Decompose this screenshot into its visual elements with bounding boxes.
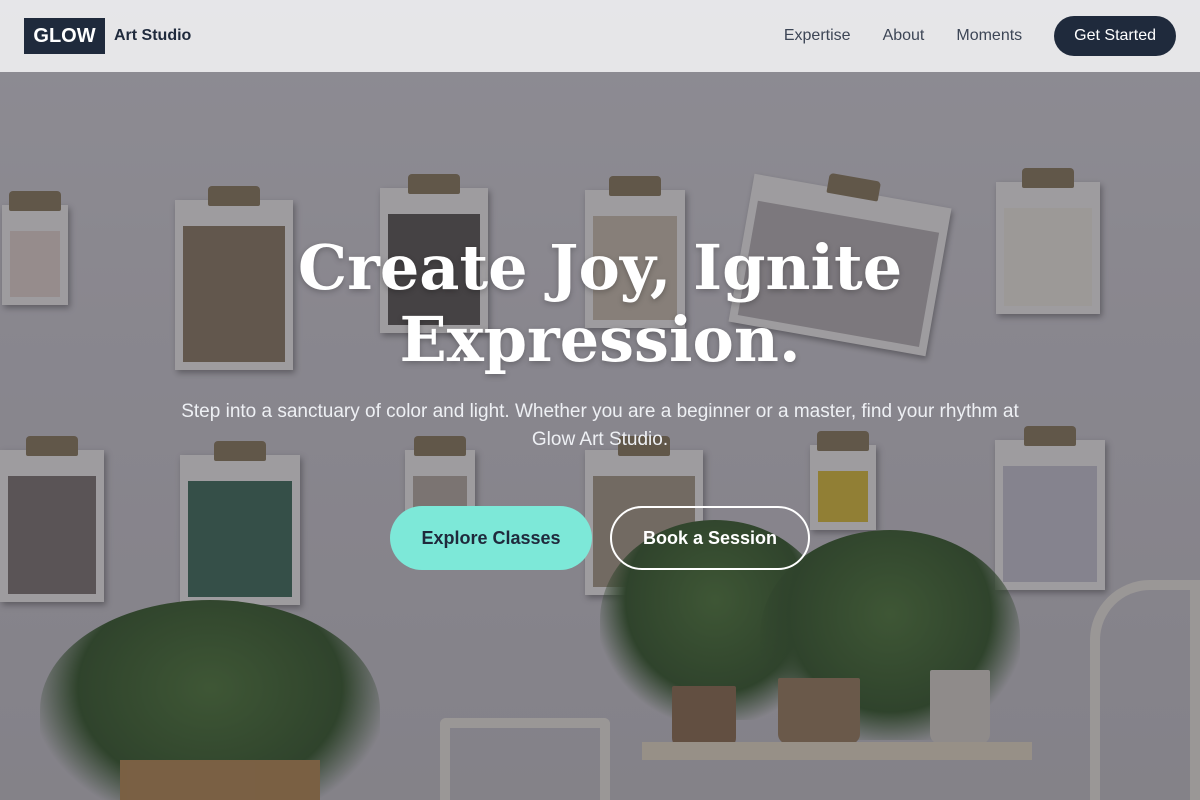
logo-text[interactable]: Art Studio [114, 27, 191, 45]
nav-link-about[interactable]: About [883, 27, 925, 45]
hero-section: Create Joy, Ignite Expression. Step into… [0, 232, 1200, 570]
book-session-button[interactable]: Book a Session [610, 506, 810, 570]
logo-mark[interactable]: GLOW [24, 18, 105, 54]
hero-subtitle: Step into a sanctuary of color and light… [181, 401, 1019, 450]
top-navbar: GLOW Art Studio Expertise About Moments … [0, 0, 1200, 72]
nav-links: Expertise About Moments [784, 27, 1022, 45]
hero-actions: Explore Classes Book a Session [0, 506, 1200, 570]
explore-classes-button[interactable]: Explore Classes [390, 506, 592, 570]
hero-title: Create Joy, Ignite Expression. [297, 231, 903, 376]
nav-link-moments[interactable]: Moments [956, 27, 1022, 45]
nav-link-expertise[interactable]: Expertise [784, 27, 851, 45]
get-started-button[interactable]: Get Started [1054, 16, 1176, 56]
